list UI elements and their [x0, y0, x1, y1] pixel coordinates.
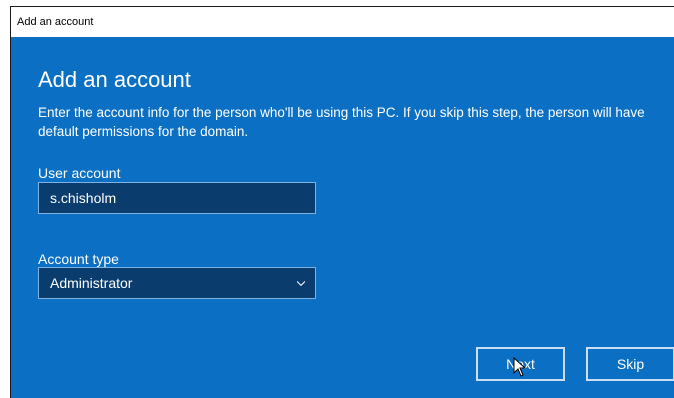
chevron-down-icon: [297, 281, 305, 287]
user-account-value: s.chisholm: [50, 190, 117, 206]
account-type-value: Administrator: [50, 275, 133, 291]
window-title: Add an account: [11, 7, 674, 37]
add-account-window: Add an account Add an account Enter the …: [10, 6, 674, 398]
skip-button[interactable]: Skip: [586, 347, 674, 381]
user-account-label: User account: [38, 165, 121, 181]
user-account-input[interactable]: s.chisholm: [38, 182, 316, 214]
dialog-content: Add an account Enter the account info fo…: [11, 37, 674, 398]
account-type-dropdown[interactable]: Administrator: [38, 267, 316, 299]
mouse-cursor-icon: [513, 357, 527, 377]
skip-button-label: Skip: [616, 356, 645, 372]
account-type-label: Account type: [38, 251, 119, 267]
page-title: Add an account: [38, 67, 191, 92]
description-text: Enter the account info for the person wh…: [38, 105, 645, 139]
